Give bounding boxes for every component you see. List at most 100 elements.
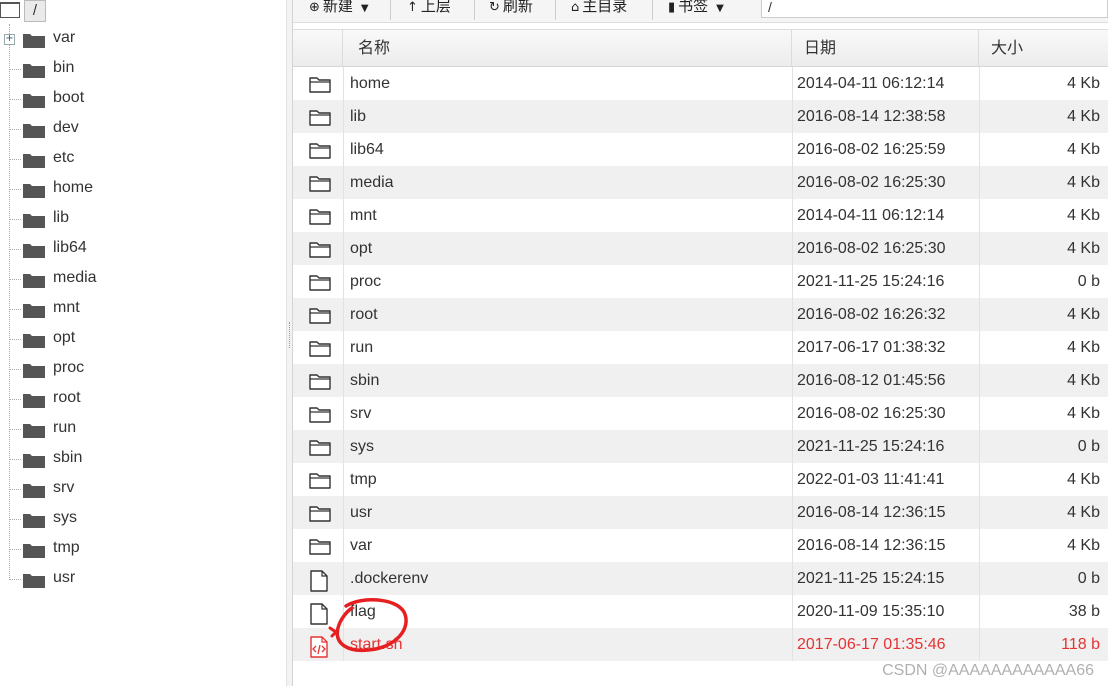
tree-item-lib[interactable]: lib <box>0 204 280 234</box>
file-row-media[interactable]: media 2016-08-02 16:25:30 4 Kb <box>293 166 1108 199</box>
file-name[interactable]: lib <box>350 100 366 133</box>
file-name[interactable]: home <box>350 67 390 100</box>
file-name[interactable]: root <box>350 298 378 331</box>
tree-item-home[interactable]: home <box>0 174 280 204</box>
tree-connector <box>9 519 21 520</box>
up-button[interactable]: ↑ 上层 <box>407 0 451 20</box>
tree-item-proc[interactable]: proc <box>0 354 280 384</box>
tree-item-bin[interactable]: bin <box>0 54 280 84</box>
tree-item-boot[interactable]: boot <box>0 84 280 114</box>
file-row-home[interactable]: home 2014-04-11 06:12:14 4 Kb <box>293 67 1108 100</box>
file-size: 4 Kb <box>1067 207 1100 224</box>
tree-item-usr[interactable]: usr <box>0 564 280 594</box>
tree-item-srv[interactable]: srv <box>0 474 280 504</box>
file-name[interactable]: proc <box>350 265 381 298</box>
column-divider <box>792 298 793 331</box>
column-divider <box>343 628 344 661</box>
file-name[interactable]: usr <box>350 496 372 529</box>
file-row-lib[interactable]: lib 2016-08-14 12:38:58 4 Kb <box>293 100 1108 133</box>
file-name[interactable]: media <box>350 166 394 199</box>
file-row-usr[interactable]: usr 2016-08-14 12:36:15 4 Kb <box>293 496 1108 529</box>
tree-item-etc[interactable]: etc <box>0 144 280 174</box>
column-divider <box>343 265 344 298</box>
file-name[interactable]: .dockerenv <box>350 562 428 595</box>
tree-item-label: bin <box>53 59 75 76</box>
file-name[interactable]: var <box>350 529 372 562</box>
tree-item-lib64[interactable]: lib64 <box>0 234 280 264</box>
toolbar-divider <box>474 0 475 20</box>
tree-item-run[interactable]: run <box>0 414 280 444</box>
file-date: 2022-01-03 11:41:41 <box>797 471 945 488</box>
column-divider <box>792 463 793 496</box>
column-header-size[interactable]: 大小 <box>979 30 1108 66</box>
column-divider <box>979 133 980 166</box>
folder-icon <box>23 152 45 173</box>
tree-root-label[interactable]: / <box>24 0 46 22</box>
file-name[interactable]: opt <box>350 232 372 265</box>
file-name[interactable]: srv <box>350 397 371 430</box>
file-row-sbin[interactable]: sbin 2016-08-12 01:45:56 4 Kb <box>293 364 1108 397</box>
file-name[interactable]: tmp <box>350 463 377 496</box>
file-row-root[interactable]: root 2016-08-02 16:26:32 4 Kb <box>293 298 1108 331</box>
home-button[interactable]: ⌂ 主目录 <box>571 0 627 20</box>
tree-item-root[interactable]: root <box>0 384 280 414</box>
tree-item-sbin[interactable]: sbin <box>0 444 280 474</box>
file-row-flag[interactable]: flag 2020-11-09 15:35:10 38 b <box>293 595 1108 628</box>
file-row-lib64[interactable]: lib64 2016-08-02 16:25:59 4 Kb <box>293 133 1108 166</box>
refresh-button[interactable]: ↻ 刷新 <box>489 0 533 20</box>
tree-item-media[interactable]: media <box>0 264 280 294</box>
file-row-tmp[interactable]: tmp 2022-01-03 11:41:41 4 Kb <box>293 463 1108 496</box>
file-size: 0 b <box>1077 273 1100 290</box>
folder-icon <box>23 242 45 263</box>
plus-circle-icon: ⊕ <box>309 0 320 15</box>
file-row-opt[interactable]: opt 2016-08-02 16:25:30 4 Kb <box>293 232 1108 265</box>
bookmark-button[interactable]: ▮ 书签 ▼ <box>668 0 724 20</box>
tree-connector <box>9 399 21 400</box>
column-header-date[interactable]: 日期 <box>792 30 979 66</box>
tree-item-sys[interactable]: sys <box>0 504 280 534</box>
file-row-srv[interactable]: srv 2016-08-02 16:25:30 4 Kb <box>293 397 1108 430</box>
file-row-run[interactable]: run 2017-06-17 01:38:32 4 Kb <box>293 331 1108 364</box>
file-row-dot-dockerenv[interactable]: .dockerenv 2021-11-25 15:24:15 0 b <box>293 562 1108 595</box>
file-row-var[interactable]: var 2016-08-14 12:36:15 4 Kb <box>293 529 1108 562</box>
tree-connector <box>9 159 21 160</box>
column-divider <box>343 100 344 133</box>
tree-item-dev[interactable]: dev <box>0 114 280 144</box>
tree-item-var[interactable]: + var <box>0 24 280 54</box>
up-button-label: 上层 <box>420 0 451 15</box>
folder-icon <box>23 302 45 323</box>
file-name[interactable]: mnt <box>350 199 377 232</box>
tree-item-label: mnt <box>53 299 80 316</box>
file-date: 2016-08-02 16:25:59 <box>797 141 946 158</box>
file-name[interactable]: start.sh <box>350 628 402 661</box>
file-date: 2017-06-17 01:38:32 <box>797 339 946 356</box>
file-name[interactable]: flag <box>350 595 376 628</box>
folder-icon <box>23 572 45 593</box>
file-name[interactable]: sbin <box>350 364 379 397</box>
column-divider <box>343 463 344 496</box>
pane-splitter[interactable] <box>286 0 293 686</box>
file-name[interactable]: sys <box>350 430 374 463</box>
tree-connector <box>9 219 21 220</box>
tree-item-mnt[interactable]: mnt <box>0 294 280 324</box>
folder-icon <box>309 471 331 494</box>
file-size: 4 Kb <box>1067 75 1100 92</box>
tree-item-opt[interactable]: opt <box>0 324 280 354</box>
new-button[interactable]: ⊕ 新建 ▼ <box>309 0 369 20</box>
path-input[interactable]: / <box>761 0 1108 18</box>
tree-item-tmp[interactable]: tmp <box>0 534 280 564</box>
file-name[interactable]: run <box>350 331 373 364</box>
file-row-proc[interactable]: proc 2021-11-25 15:24:16 0 b <box>293 265 1108 298</box>
folder-icon <box>309 108 331 131</box>
column-divider <box>979 166 980 199</box>
file-row-sys[interactable]: sys 2021-11-25 15:24:16 0 b <box>293 430 1108 463</box>
column-divider <box>979 331 980 364</box>
file-row-mnt[interactable]: mnt 2014-04-11 06:12:14 4 Kb <box>293 199 1108 232</box>
file-row-start.sh[interactable]: start.sh 2017-06-17 01:35:46 118 b <box>293 628 1108 661</box>
column-header-name[interactable]: 名称 <box>343 30 792 66</box>
column-header-icon <box>293 30 343 66</box>
column-divider <box>343 529 344 562</box>
expand-plus-icon[interactable]: + <box>4 34 15 45</box>
bookmark-icon: ▮ <box>668 0 676 15</box>
file-name[interactable]: lib64 <box>350 133 384 166</box>
